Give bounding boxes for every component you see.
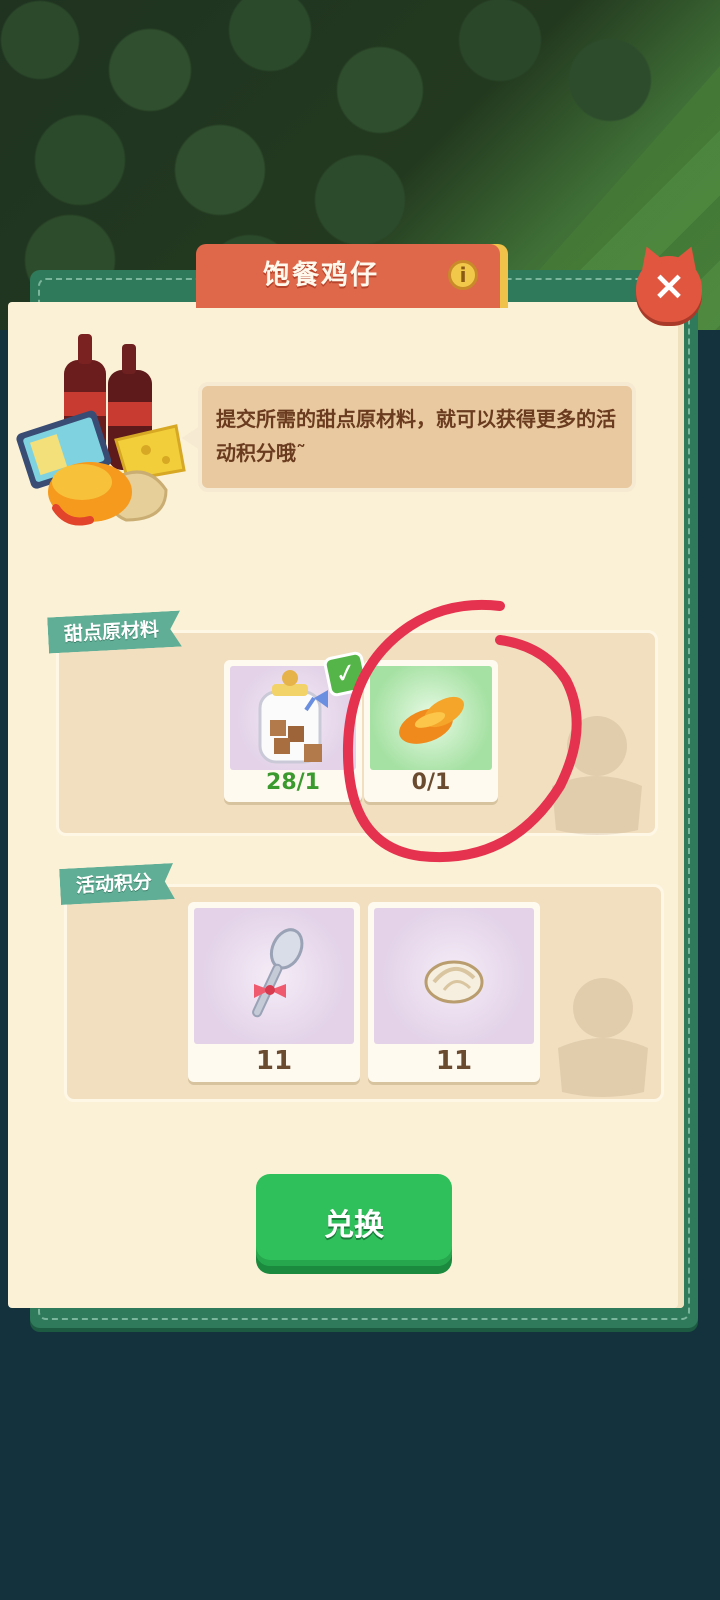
hint-speech-bubble: 提交所需的甜点原材料，就可以获得更多的活动积分哦˜	[182, 382, 636, 492]
points-image-cream	[374, 908, 534, 1044]
material-image-mango	[370, 666, 492, 770]
points-label: 活动积分	[59, 863, 175, 905]
spoon-icon	[252, 928, 304, 1018]
check-icon: ✓	[322, 650, 370, 698]
info-icon[interactable]: i	[448, 260, 478, 290]
mango-icon	[399, 696, 464, 744]
cream-icon	[424, 960, 484, 1004]
snacks-illustration	[16, 334, 186, 526]
hint-text: 提交所需的甜点原材料，就可以获得更多的活动积分哦˜	[216, 407, 616, 465]
points-card-cream[interactable]: 11	[368, 902, 540, 1082]
points-count-spoon: 11	[255, 1046, 293, 1076]
points-card-spoon[interactable]: 11	[188, 902, 360, 1082]
chick-watermark	[552, 716, 642, 835]
redeem-label: 兑换	[324, 1208, 384, 1243]
close-icon: ×	[652, 263, 686, 309]
points-count-cream: 11	[435, 1046, 473, 1076]
material-card-mango[interactable]: 0/1	[364, 660, 498, 802]
material-count-sugar: 28/1	[266, 770, 320, 795]
material-count-mango: 0/1	[411, 770, 451, 795]
dialog-title: 饱餐鸡仔	[263, 260, 379, 291]
chick-watermark-2	[558, 978, 648, 1097]
redeem-button[interactable]: 兑换	[256, 1174, 452, 1266]
points-image-spoon	[194, 908, 354, 1044]
materials-label: 甜点原材料	[47, 611, 182, 654]
close-button[interactable]: ×	[636, 256, 702, 322]
